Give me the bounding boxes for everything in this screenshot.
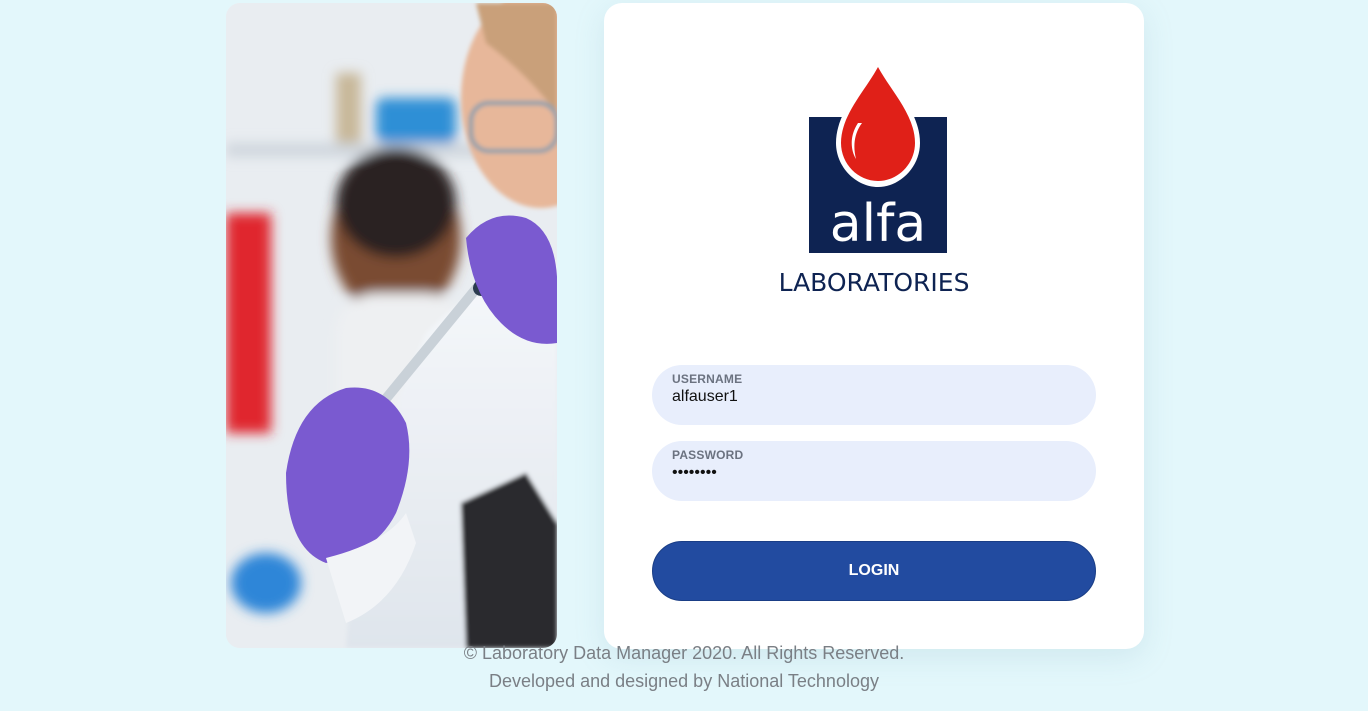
username-input[interactable]	[672, 387, 1076, 407]
lab-photo	[226, 3, 557, 648]
logo-subtitle: LABORATORIES	[779, 268, 970, 297]
password-field[interactable]: PASSWORD	[652, 441, 1096, 501]
login-card: alfa LABORATORIES USERNAME PASSWORD LOGI…	[604, 3, 1144, 649]
login-page: alfa LABORATORIES USERNAME PASSWORD LOGI…	[0, 0, 1368, 711]
password-label: PASSWORD	[672, 448, 744, 462]
logo-word: alfa	[830, 194, 926, 254]
footer-copyright: © Laboratory Data Manager 2020. All Righ…	[463, 643, 905, 663]
username-label: USERNAME	[672, 372, 743, 386]
password-input[interactable]	[672, 463, 1076, 483]
alfa-laboratories-logo: alfa LABORATORIES	[764, 59, 984, 299]
login-button[interactable]: LOGIN	[652, 541, 1096, 601]
username-field[interactable]: USERNAME	[652, 365, 1096, 425]
footer-credit: Developed and designed by National Techn…	[489, 671, 879, 691]
